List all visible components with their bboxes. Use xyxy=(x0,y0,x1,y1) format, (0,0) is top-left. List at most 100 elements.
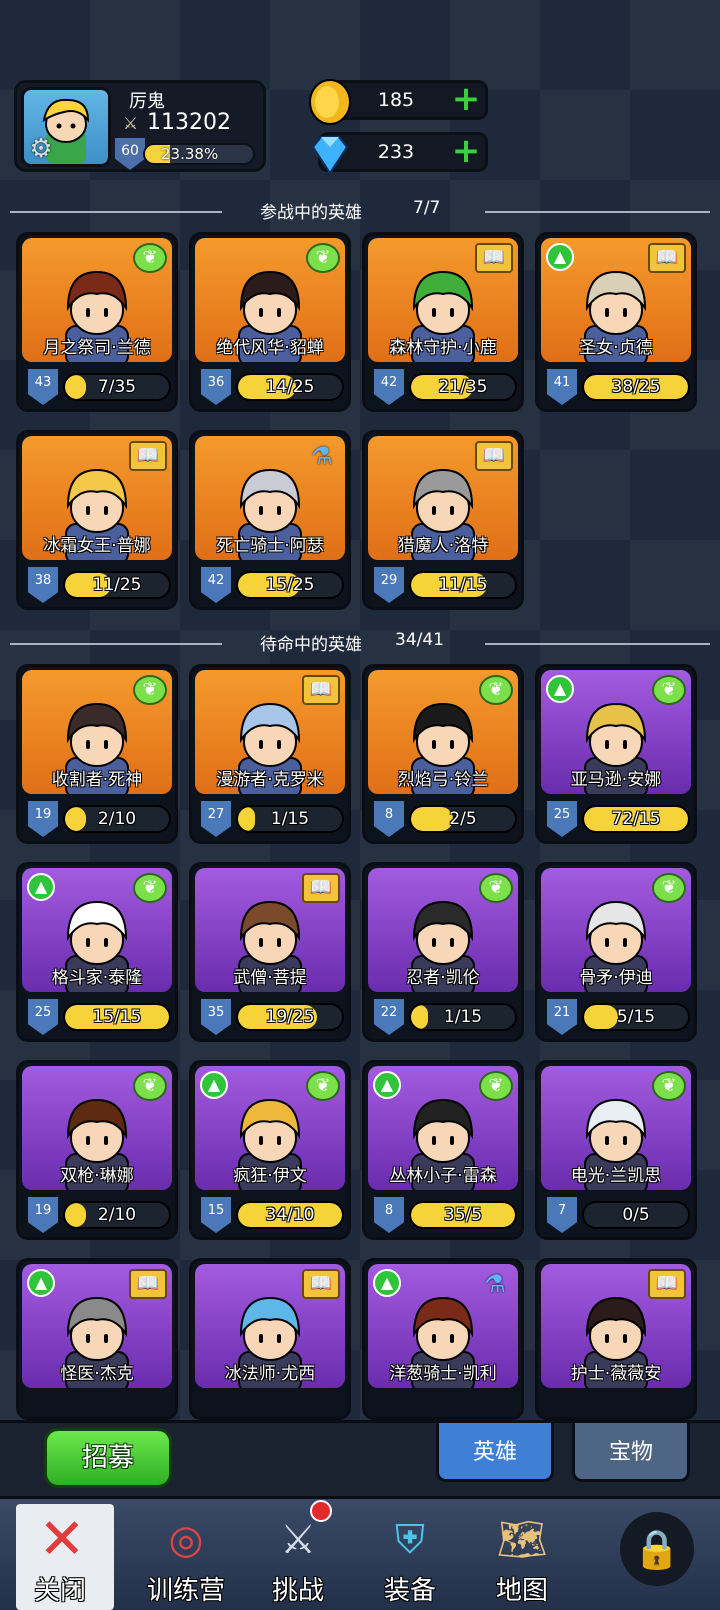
hero-card[interactable]: 📖 漫游者·克罗米 27 1/15 xyxy=(189,664,351,844)
standby-heroes-count: 34/41 xyxy=(395,630,444,650)
hero-card[interactable]: 📖 护士·薇薇安 xyxy=(535,1258,697,1420)
nav-challenge[interactable]: ⚔ 挑战 xyxy=(246,1500,350,1610)
hero-card[interactable]: ❦ 收割者·死神 19 2/10 xyxy=(16,664,178,844)
fragment-count: 2/5 xyxy=(449,809,477,829)
tab-heroes[interactable]: 英雄 xyxy=(436,1420,554,1482)
hero-name: 忍者·凯伦 xyxy=(406,968,480,988)
hero-card[interactable]: ❦ 月之祭司·兰德 43 7/35 xyxy=(16,232,178,412)
hero-card[interactable]: ❦ 电光·兰凯思 7 0/5 xyxy=(535,1060,697,1240)
hero-card[interactable]: ❦ 烈焰弓·铃兰 8 2/5 xyxy=(362,664,524,844)
hero-name: 月之祭司·兰德 xyxy=(43,338,151,358)
wing-icon: ❦ xyxy=(306,1071,340,1101)
wing-icon: ❦ xyxy=(479,873,513,903)
hero-card[interactable]: ⚗ 死亡骑士·阿瑟 42 15/25 xyxy=(189,430,351,610)
upgrade-arrow-icon: ▲ xyxy=(27,1269,55,1297)
hero-card[interactable]: ❦ 骨矛·伊迪 21 5/15 xyxy=(535,862,697,1042)
nav-equipment[interactable]: ⛨ 装备 xyxy=(358,1504,462,1610)
wing-icon: ❦ xyxy=(133,1071,167,1101)
recruit-button[interactable]: 招募 xyxy=(44,1428,172,1488)
nav-challenge-label: 挑战 xyxy=(271,1576,324,1606)
nav-training[interactable]: ◎ 训练营 xyxy=(134,1504,238,1610)
hero-card[interactable]: ❦ ▲ 丛林小子·雷森 8 35/5 xyxy=(362,1060,524,1240)
hero-level-badge: 27 xyxy=(201,801,231,837)
wing-icon: ❦ xyxy=(133,243,167,273)
active-heroes-count: 7/7 xyxy=(413,198,441,218)
fragment-progress: 19/25 xyxy=(236,1003,344,1031)
hero-card[interactable]: 📖 猎魔人·洛特 29 11/15 xyxy=(362,430,524,610)
upgrade-arrow-icon: ▲ xyxy=(373,1071,401,1099)
wing-icon: ❦ xyxy=(652,675,686,705)
fragment-count: 14/25 xyxy=(265,377,315,397)
standby-heroes-header: 待命中的英雄 34/41 xyxy=(10,630,710,656)
hero-portrait: 📖 ▲ 怪医·杰克 xyxy=(22,1264,172,1388)
hero-level-badge: 25 xyxy=(28,999,58,1035)
hero-portrait: 📖 武僧·菩提 xyxy=(195,868,345,992)
hero-card[interactable]: 📖 ▲ 怪医·杰克 xyxy=(16,1258,178,1420)
hero-name: 护士·薇薇安 xyxy=(570,1364,662,1384)
book-icon: 📖 xyxy=(129,1269,167,1299)
gem-amount: 233 xyxy=(377,141,415,163)
fragment-count: 38/25 xyxy=(611,377,661,397)
hero-name: 漫游者·克罗米 xyxy=(216,770,324,790)
add-gold-button[interactable]: + xyxy=(451,82,481,116)
hero-card[interactable]: 📖 森林守护·小鹿 42 21/35 xyxy=(362,232,524,412)
player-avatar[interactable]: ⚙ xyxy=(21,87,111,167)
tab-treasure[interactable]: 宝物 xyxy=(572,1420,690,1482)
hero-portrait: 📖 猎魔人·洛特 xyxy=(368,436,518,560)
hero-name: 双枪·琳娜 xyxy=(60,1166,134,1186)
upgrade-arrow-icon: ▲ xyxy=(200,1071,228,1099)
fragment-progress: 0/5 xyxy=(582,1201,690,1229)
hero-portrait: ❦ ▲ 亚马逊·安娜 xyxy=(541,670,691,794)
add-gems-button[interactable]: + xyxy=(451,134,481,168)
fragment-count: 0/5 xyxy=(622,1205,650,1225)
nav-training-label: 训练营 xyxy=(146,1576,225,1606)
hero-name: 格斗家·泰隆 xyxy=(51,968,143,988)
fragment-count: 2/10 xyxy=(97,809,137,829)
fragment-count: 11/15 xyxy=(438,575,488,595)
fragment-progress: 15/15 xyxy=(63,1003,171,1031)
hero-level-badge: 25 xyxy=(547,801,577,837)
hero-card[interactable]: 📖 ▲ 圣女·贞德 41 38/25 xyxy=(535,232,697,412)
hero-card[interactable]: ❦ 忍者·凯伦 22 1/15 xyxy=(362,862,524,1042)
wing-icon: ❦ xyxy=(652,873,686,903)
divider xyxy=(10,211,222,213)
lock-icon[interactable]: 🔒 xyxy=(620,1512,694,1586)
fragment-progress: 1/15 xyxy=(236,805,344,833)
hero-portrait: 📖 ▲ 圣女·贞德 xyxy=(541,238,691,362)
book-icon: 📖 xyxy=(129,441,167,471)
hero-name: 怪医·杰克 xyxy=(60,1364,134,1384)
divider xyxy=(485,643,710,645)
hero-card[interactable]: 📖 武僧·菩提 35 19/25 xyxy=(189,862,351,1042)
nav-close[interactable]: ✕ 关闭 xyxy=(0,1504,114,1610)
potion-icon: ⚗ xyxy=(311,442,333,470)
hero-card[interactable]: ⚗ ▲ 洋葱骑士·凯利 xyxy=(362,1258,524,1420)
hero-card[interactable]: ❦ 绝代风华·貂蝉 36 14/25 xyxy=(189,232,351,412)
hero-level-badge: 29 xyxy=(374,567,404,603)
fragment-count: 11/25 xyxy=(92,575,142,595)
gold-coin-icon xyxy=(309,79,351,125)
hero-card[interactable]: ❦ ▲ 格斗家·泰隆 25 15/15 xyxy=(16,862,178,1042)
gem-counter: 233 + xyxy=(311,132,488,175)
hero-card[interactable]: ❦ ▲ 疯狂·伊文 15 34/10 xyxy=(189,1060,351,1240)
fragment-progress: 7/35 xyxy=(63,373,171,401)
nav-map[interactable]: 🗺 地图 xyxy=(470,1504,574,1610)
hero-card[interactable]: 📖 冰法师·尤西 xyxy=(189,1258,351,1420)
hero-level-badge: 36 xyxy=(201,369,231,405)
hero-portrait: ❦ 月之祭司·兰德 xyxy=(22,238,172,362)
gold-amount: 185 xyxy=(377,89,415,111)
hero-level-badge: 35 xyxy=(201,999,231,1035)
hero-level-badge: 7 xyxy=(547,1197,577,1233)
exp-bar: 23.38% xyxy=(143,143,255,165)
hero-card[interactable]: ❦ ▲ 亚马逊·安娜 25 72/15 xyxy=(535,664,697,844)
hero-card[interactable]: ❦ 双枪·琳娜 19 2/10 xyxy=(16,1060,178,1240)
hero-portrait: ❦ 双枪·琳娜 xyxy=(22,1066,172,1190)
nav-close-label: 关闭 xyxy=(33,1576,86,1606)
player-profile[interactable]: ⚙ 厉鬼 ⚔ 113202 60 23.38% xyxy=(14,80,266,172)
gear-icon[interactable]: ⚙ xyxy=(26,134,56,164)
combat-power: 113202 xyxy=(147,110,231,135)
fragment-count: 15/15 xyxy=(92,1007,142,1027)
hero-name: 冰法师·尤西 xyxy=(224,1364,316,1384)
crossed-swords-icon: ⚔ xyxy=(123,114,139,134)
hero-card[interactable]: 📖 冰霜女王·普娜 38 11/25 xyxy=(16,430,178,610)
book-icon: 📖 xyxy=(648,243,686,273)
